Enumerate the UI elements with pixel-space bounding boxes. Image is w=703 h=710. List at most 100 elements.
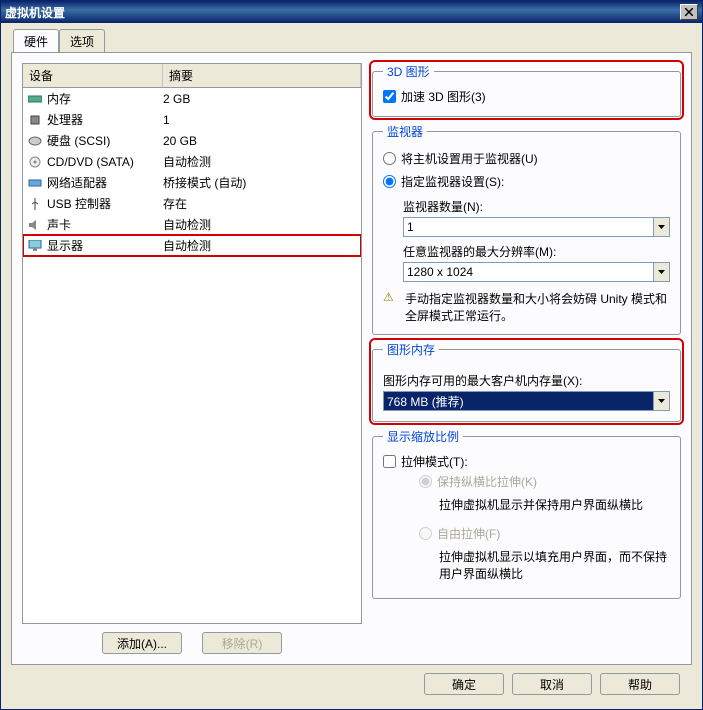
chevron-down-icon	[658, 399, 665, 403]
device-list-column: 设备 摘要 内存 2 GB 处理器 1	[22, 63, 362, 654]
cancel-button[interactable]: 取消	[512, 673, 592, 695]
close-button[interactable]	[680, 4, 698, 20]
chevron-down-icon	[658, 270, 665, 274]
max-resolution-combo[interactable]	[403, 262, 670, 282]
warning-text: 手动指定监视器数量和大小将会妨碍 Unity 模式和全屏模式正常运行。	[405, 290, 670, 324]
memory-icon	[27, 92, 43, 106]
settings-column: 3D 图形 加速 3D 图形(3) 监视器 将主机设置用于监视器(U)	[372, 63, 681, 654]
disk-icon	[27, 134, 43, 148]
radio-label: 保持纵横比拉伸(K)	[437, 473, 537, 490]
chevron-down-icon	[658, 225, 665, 229]
device-summary: 存在	[163, 195, 357, 212]
device-buttons: 添加(A)... 移除(R)	[22, 632, 362, 654]
legend-scaling: 显示缩放比例	[383, 428, 463, 445]
device-row-disk[interactable]: 硬盘 (SCSI) 20 GB	[23, 130, 361, 151]
device-row-sound[interactable]: 声卡 自动检测	[23, 214, 361, 235]
legend-gmem: 图形内存	[383, 341, 439, 358]
device-row-memory[interactable]: 内存 2 GB	[23, 88, 361, 109]
max-resolution-label: 任意监视器的最大分辨率(M):	[403, 243, 670, 260]
radio-label: 自由拉伸(F)	[437, 525, 500, 542]
device-row-cpu[interactable]: 处理器 1	[23, 109, 361, 130]
device-summary: 自动检测	[163, 237, 357, 254]
tab-hardware[interactable]: 硬件	[13, 29, 59, 53]
add-device-button[interactable]: 添加(A)...	[102, 632, 182, 654]
graphics-memory-combo[interactable]	[383, 391, 670, 411]
checkbox-accelerate-3d[interactable]: 加速 3D 图形(3)	[383, 88, 486, 105]
device-list-header: 设备 摘要	[23, 64, 361, 88]
device-summary: 自动检测	[163, 153, 357, 170]
monitor-count-label: 监视器数量(N):	[403, 198, 670, 215]
col-summary[interactable]: 摘要	[163, 64, 361, 87]
cpu-icon	[27, 113, 43, 127]
dropdown-arrow[interactable]	[654, 217, 670, 237]
radio-free-stretch: 自由拉伸(F)	[419, 525, 670, 542]
dropdown-arrow[interactable]	[654, 262, 670, 282]
free-stretch-hint: 拉伸虚拟机显示以填充用户界面，而不保持用户界面纵横比	[439, 548, 670, 582]
dialog-body: 硬件 选项 设备 摘要 内存 2 GB	[1, 23, 702, 709]
radio-host-settings[interactable]: 将主机设置用于监视器(U)	[383, 150, 670, 167]
device-name: CD/DVD (SATA)	[47, 155, 163, 169]
radio-keep-aspect: 保持纵横比拉伸(K)	[419, 473, 670, 490]
radio-specify-settings-input[interactable]	[383, 175, 396, 188]
titlebar[interactable]: 虚拟机设置	[1, 1, 702, 23]
checkbox-stretch-mode[interactable]: 拉伸模式(T):	[383, 453, 468, 470]
radio-keep-aspect-input	[419, 475, 432, 488]
dropdown-arrow[interactable]	[654, 391, 670, 411]
graphics-memory-input[interactable]	[383, 391, 654, 411]
device-name: 网络适配器	[47, 174, 163, 191]
checkbox-label: 拉伸模式(T):	[401, 453, 468, 470]
max-resolution-input[interactable]	[403, 262, 654, 282]
display-icon	[27, 239, 43, 253]
remove-device-button[interactable]: 移除(R)	[202, 632, 282, 654]
tab-strip: 硬件 选项	[11, 29, 692, 53]
window-title: 虚拟机设置	[5, 4, 65, 21]
radio-specify-settings[interactable]: 指定监视器设置(S):	[383, 173, 670, 190]
device-list-body: 内存 2 GB 处理器 1 硬盘 (SCSI) 20 GB	[23, 88, 361, 623]
device-row-network[interactable]: 网络适配器 桥接模式 (自动)	[23, 172, 361, 193]
device-summary: 桥接模式 (自动)	[163, 174, 357, 191]
radio-free-stretch-input	[419, 527, 432, 540]
group-3d-graphics: 3D 图形 加速 3D 图形(3)	[372, 63, 681, 117]
checkbox-accelerate-3d-input[interactable]	[383, 90, 396, 103]
device-summary: 自动检测	[163, 216, 357, 233]
group-display-scaling: 显示缩放比例 拉伸模式(T): 保持纵横比拉伸(K) 拉伸虚拟机显示并保持用户界…	[372, 428, 681, 599]
device-name: USB 控制器	[47, 195, 163, 212]
hardware-panel: 设备 摘要 内存 2 GB 处理器 1	[11, 52, 692, 665]
device-row-usb[interactable]: USB 控制器 存在	[23, 193, 361, 214]
device-summary: 2 GB	[163, 92, 357, 106]
checkbox-label: 加速 3D 图形(3)	[401, 88, 486, 105]
group-monitors: 监视器 将主机设置用于监视器(U) 指定监视器设置(S): 监视器数量(N):	[372, 123, 681, 335]
gmem-label: 图形内存可用的最大客户机内存量(X):	[383, 372, 670, 389]
col-device[interactable]: 设备	[23, 64, 163, 87]
keep-aspect-hint: 拉伸虚拟机显示并保持用户界面纵横比	[439, 496, 670, 513]
checkbox-stretch-mode-input[interactable]	[383, 455, 396, 468]
usb-icon	[27, 197, 43, 211]
monitor-warning: ⚠ 手动指定监视器数量和大小将会妨碍 Unity 模式和全屏模式正常运行。	[383, 290, 670, 324]
radio-label: 指定监视器设置(S):	[401, 173, 504, 190]
sound-icon	[27, 218, 43, 232]
device-name: 硬盘 (SCSI)	[47, 132, 163, 149]
group-graphics-memory: 图形内存 图形内存可用的最大客户机内存量(X):	[372, 341, 681, 422]
vm-settings-window: 虚拟机设置 硬件 选项 设备 摘要 内存	[0, 0, 703, 710]
monitor-count-combo[interactable]	[403, 217, 670, 237]
legend-monitors: 监视器	[383, 123, 427, 140]
device-name: 内存	[47, 90, 163, 107]
dialog-footer: 确定 取消 帮助	[11, 665, 692, 699]
ok-button[interactable]: 确定	[424, 673, 504, 695]
device-summary: 1	[163, 113, 357, 127]
device-list: 设备 摘要 内存 2 GB 处理器 1	[22, 63, 362, 624]
legend-3d: 3D 图形	[383, 63, 434, 80]
device-row-display[interactable]: 显示器 自动检测	[23, 235, 361, 256]
monitor-count-input[interactable]	[403, 217, 654, 237]
radio-label: 将主机设置用于监视器(U)	[401, 150, 538, 167]
device-row-cd[interactable]: CD/DVD (SATA) 自动检测	[23, 151, 361, 172]
cd-icon	[27, 155, 43, 169]
tab-options[interactable]: 选项	[59, 29, 105, 53]
help-button[interactable]: 帮助	[600, 673, 680, 695]
network-icon	[27, 176, 43, 190]
radio-host-settings-input[interactable]	[383, 152, 396, 165]
device-summary: 20 GB	[163, 134, 357, 148]
device-name: 处理器	[47, 111, 163, 128]
device-name: 声卡	[47, 216, 163, 233]
close-icon	[685, 8, 693, 16]
